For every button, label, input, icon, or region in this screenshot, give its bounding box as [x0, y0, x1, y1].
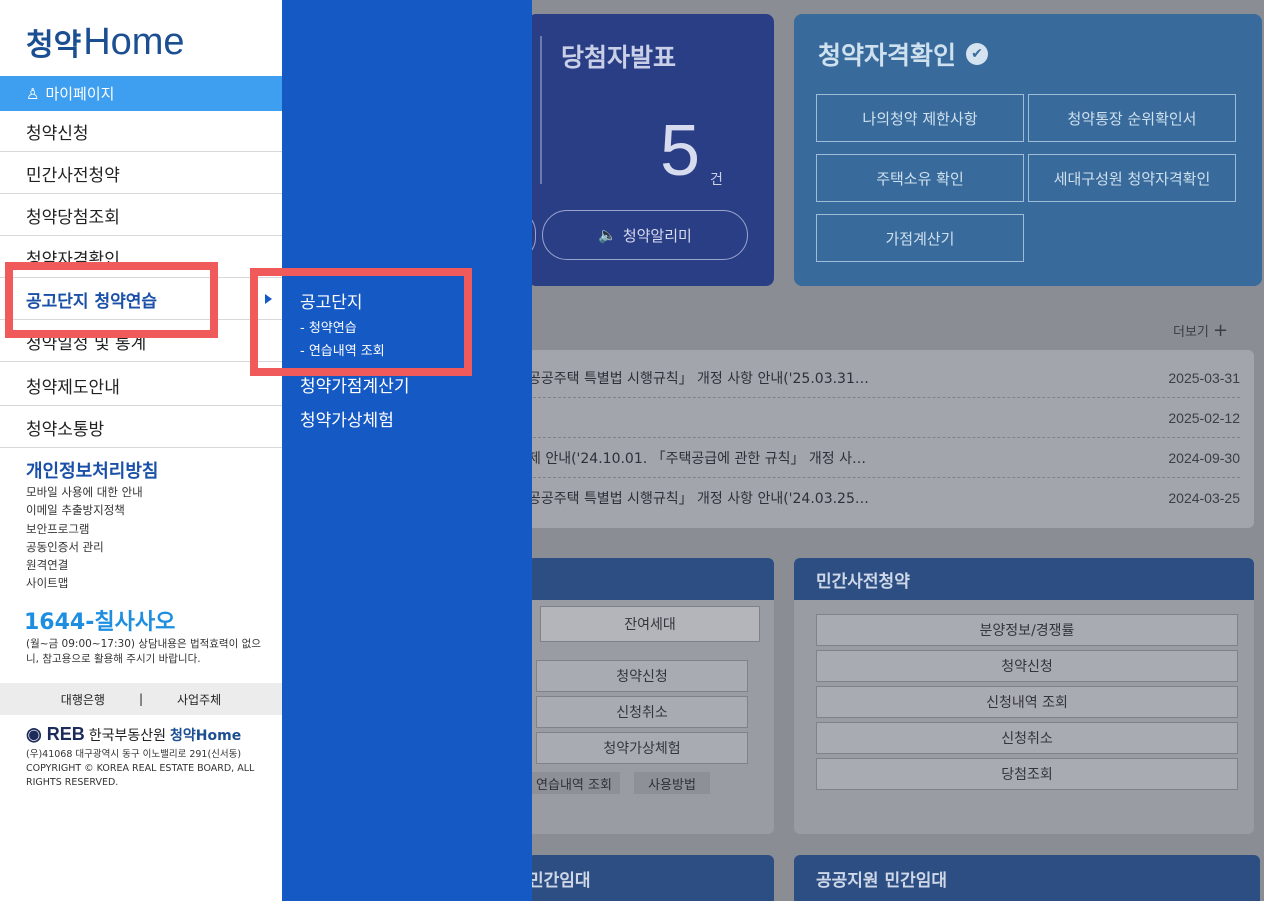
- public-rental-panel-title: 공공지원 민간임대: [794, 855, 1260, 901]
- site-logo[interactable]: 청약 Home: [26, 20, 185, 64]
- footer-links: 모바일 사용에 대한 안내 이메일 추출방지정책 보안프로그램 공동인증서 관리…: [26, 483, 143, 593]
- private-apply-button[interactable]: 청약신청: [816, 650, 1238, 682]
- qualification-card: 청약자격확인 ✔ 나의청약 제한사항 청약통장 순위확인서 주택소유 확인 세대…: [794, 14, 1262, 286]
- rental-panel-title: 민간임대: [528, 855, 774, 901]
- mypage-button[interactable]: ♙ 마이페이지: [0, 76, 282, 111]
- rank-certificate-button[interactable]: 청약통장 순위확인서: [1028, 94, 1236, 142]
- notice-row[interactable]: 공공주택 특별법 시행규칙」 개정 사항 안내('24.03.25… 2024-…: [528, 478, 1240, 518]
- cancel-apply-button[interactable]: 신청취소: [536, 696, 748, 728]
- notice-row[interactable]: 제 안내('24.10.01. 「주택공급에 관한 규칙」 개정 사… 2024…: [528, 438, 1240, 478]
- notice-row[interactable]: 2025-02-12: [528, 398, 1240, 438]
- restriction-button[interactable]: 나의청약 제한사항: [816, 94, 1024, 142]
- highlight-box-menu: [5, 262, 218, 338]
- public-rental-panel: 공공지원 민간임대: [794, 855, 1260, 901]
- footer-logo: ◉ REB 한국부동산원 청약Home: [26, 724, 241, 745]
- notice-more-link[interactable]: 더보기 +: [1173, 320, 1228, 341]
- notice-row[interactable]: 공공주택 특별법 시행규칙」 개정 사항 안내('25.03.31… 2025-…: [528, 358, 1240, 398]
- private-pre-apply-panel: 민간사전청약 분양정보/경쟁률 청약신청 신청내역 조회 신청취소 당첨조회: [794, 558, 1254, 834]
- bank-link[interactable]: 대행은행: [61, 691, 105, 708]
- link-sitemap[interactable]: 사이트맵: [26, 574, 143, 592]
- link-remote[interactable]: 원격연결: [26, 556, 143, 574]
- notice-date: 2025-03-31: [1168, 369, 1240, 386]
- rental-panel: 민간임대: [528, 855, 774, 901]
- qualification-title: 청약자격확인 ✔: [818, 36, 989, 72]
- footer-org: 한국부동산원: [88, 727, 167, 744]
- menu-item-private-pre-apply[interactable]: 민간사전청약: [0, 153, 282, 194]
- alert-button[interactable]: 🔈 청약알리미: [542, 210, 748, 260]
- reb-logo: ◉ REB: [26, 724, 85, 744]
- footer-copyright: COPYRIGHT © KOREA REAL ESTATE BOARD, ALL…: [26, 763, 255, 788]
- privacy-policy-link[interactable]: 개인정보처리방침: [26, 457, 158, 483]
- notice-title: 공공주택 특별법 시행규칙」 개정 사항 안내('24.03.25…: [528, 491, 869, 507]
- link-mobile-guide[interactable]: 모바일 사용에 대한 안내: [26, 483, 143, 501]
- plus-icon: +: [1213, 320, 1229, 341]
- alert-button-label: 청약알리미: [622, 226, 692, 245]
- notice-date: 2024-03-25: [1168, 490, 1240, 506]
- footer-info: (우)41068 대구광역시 동구 이노밸리로 291(신서동) COPYRIG…: [26, 748, 266, 790]
- notice-date: 2024-09-30: [1168, 449, 1240, 466]
- call-center-number[interactable]: 1644-칠사사오: [24, 604, 175, 636]
- notice-more-label: 더보기: [1173, 325, 1209, 340]
- apply-panel-header: [528, 558, 774, 600]
- menu-item-winner-check[interactable]: 청약당첨조회: [0, 195, 282, 236]
- highlight-box-submenu: [250, 268, 472, 376]
- notice-date: 2025-02-12: [1168, 409, 1240, 426]
- winners-title: 당첨자발표: [561, 43, 677, 72]
- virtual-experience-button[interactable]: 청약가상체험: [536, 732, 748, 764]
- notice-list: 공공주택 특별법 시행규칙」 개정 사항 안내('25.03.31… 2025-…: [528, 350, 1254, 528]
- menu-item-system-guide[interactable]: 청약제도안내: [0, 365, 282, 406]
- bank-company-row: 대행은행 | 사업주체: [0, 683, 282, 715]
- household-qualification-button[interactable]: 세대구성원 청약자격확인: [1028, 154, 1236, 202]
- logo-korean-text: 청약: [26, 28, 82, 63]
- practice-history-tag[interactable]: 연습내역 조회: [528, 772, 620, 794]
- winners-unit: 건: [710, 172, 723, 188]
- side-drawer: 청약 Home ♙ 마이페이지 청약신청 민간사전청약 청약당첨조회 청약자격확…: [0, 0, 282, 901]
- logo-korean: 청약: [26, 20, 81, 64]
- menu-item-apply[interactable]: 청약신청: [0, 111, 282, 152]
- private-panel-header: 민간사전청약: [794, 558, 1254, 600]
- link-email-policy[interactable]: 이메일 추출방지정책: [26, 501, 143, 519]
- supply-info-button[interactable]: 분양정보/경쟁률: [816, 614, 1238, 646]
- company-link[interactable]: 사업주체: [177, 691, 221, 708]
- winners-count: 5: [660, 111, 701, 191]
- mypage-label: 마이페이지: [45, 85, 115, 103]
- house-ownership-button[interactable]: 주택소유 확인: [816, 154, 1024, 202]
- remaining-units-tab[interactable]: 잔여세대: [540, 606, 760, 642]
- separator: |: [138, 692, 144, 706]
- logo-english: Home: [83, 21, 185, 63]
- person-icon: ♙: [26, 84, 40, 103]
- reb-logo-text: REB: [46, 724, 85, 744]
- card-divider: [540, 36, 542, 184]
- apply-button[interactable]: 청약신청: [536, 660, 748, 692]
- submenu-item-virtual-experience[interactable]: 청약가상체험: [300, 406, 394, 431]
- call-center-note: (월~금 09:00~17:30) 상담내용은 법적효력이 없으니, 참고용으로…: [26, 638, 261, 665]
- winners-card[interactable]: 당첨자발표 5 건 🔈 청약알리미: [514, 14, 774, 286]
- qualification-title-text: 청약자격확인: [818, 41, 957, 70]
- submenu-panel: [282, 0, 532, 901]
- notice-title: 제 안내('24.10.01. 「주택공급에 관한 규칙」 개정 사…: [528, 450, 867, 467]
- link-certificate[interactable]: 공동인증서 관리: [26, 538, 143, 556]
- usage-guide-tag[interactable]: 사용방법: [634, 772, 710, 794]
- link-security-program[interactable]: 보안프로그램: [26, 520, 143, 538]
- speaker-icon: 🔈: [598, 226, 617, 244]
- application-history-button[interactable]: 신청내역 조회: [816, 686, 1238, 718]
- winner-check-button[interactable]: 당첨조회: [816, 758, 1238, 790]
- check-circle-icon: ✔: [966, 43, 989, 65]
- footer-address: (우)41068 대구광역시 동구 이노밸리로 291(신서동): [26, 749, 242, 760]
- private-cancel-button[interactable]: 신청취소: [816, 722, 1238, 754]
- point-calculator-button[interactable]: 가점계산기: [816, 214, 1024, 262]
- apply-panel: 잔여세대 청약신청 신청취소 청약가상체험 연습내역 조회 사용방법: [528, 558, 774, 834]
- menu-item-community[interactable]: 청약소통방: [0, 407, 282, 448]
- footer-brand: 청약Home: [170, 727, 242, 744]
- notice-title: 공공주택 특별법 시행규칙」 개정 사항 안내('25.03.31…: [528, 370, 869, 387]
